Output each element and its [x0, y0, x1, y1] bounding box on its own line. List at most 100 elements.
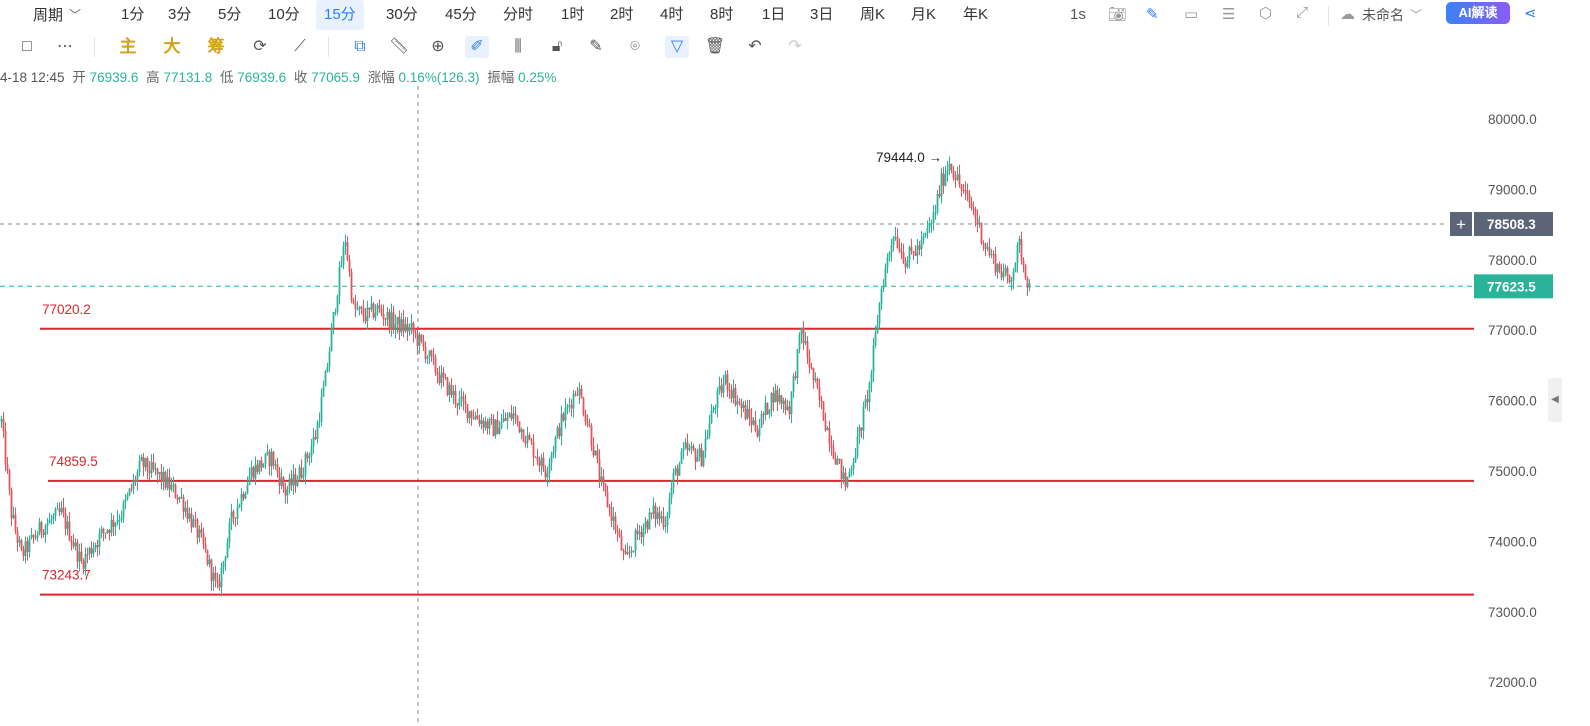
candle-body: [974, 209, 977, 219]
share-icon[interactable]: ⋖: [1524, 4, 1537, 22]
pencil-icon[interactable]: ✎: [1146, 5, 1159, 23]
price-axis-label: 79000.0: [1488, 182, 1537, 197]
period-dropdown[interactable]: 周期 ﹀: [33, 4, 81, 25]
candles-icon[interactable]: ⫼: [506, 36, 530, 58]
candle-body: [694, 450, 697, 462]
candle-body: [438, 375, 441, 384]
candle-body: [330, 328, 333, 352]
candle-body: [710, 410, 713, 424]
candle-body: [144, 458, 147, 468]
camera-icon[interactable]: 📷︎: [1108, 5, 1127, 23]
candle-body: [90, 547, 93, 554]
tab-15[interactable]: 周K: [852, 0, 893, 30]
tab-4[interactable]: 10分: [260, 0, 308, 30]
copy-icon[interactable]: ⧉: [348, 36, 372, 58]
candle-body: [676, 468, 679, 476]
candle-body: [752, 420, 755, 425]
candle-body: [894, 236, 897, 238]
tab-5[interactable]: 15分: [316, 0, 364, 30]
candle-body: [568, 405, 571, 407]
candle-body: [980, 222, 983, 244]
main-indicator-button[interactable]: 主: [116, 36, 140, 58]
candle-body: [158, 472, 161, 475]
candle-body: [260, 460, 263, 468]
price-axis-label: 77000.0: [1488, 323, 1537, 338]
layout-name[interactable]: 未命名: [1362, 0, 1404, 30]
tab-14[interactable]: 3日: [802, 0, 841, 30]
tab-2[interactable]: 3分: [160, 0, 199, 30]
candle-body: [864, 399, 867, 407]
trash-icon[interactable]: 🗑︎: [703, 36, 727, 58]
trend-line-icon[interactable]: ⟋: [288, 36, 312, 58]
candle-body: [952, 170, 955, 179]
candle-body: [428, 350, 431, 358]
tab-16[interactable]: 月K: [903, 0, 944, 30]
big-order-button[interactable]: 大: [160, 36, 184, 58]
candle-body: [940, 173, 943, 197]
ruler-icon[interactable]: 📏︎: [387, 36, 411, 58]
candle-body: [920, 239, 923, 250]
tab-17[interactable]: 年K: [955, 0, 996, 30]
candle-body: [574, 393, 577, 395]
filter-icon[interactable]: ▽: [665, 36, 689, 58]
close-label: 收: [293, 70, 308, 85]
tab-7[interactable]: 45分: [437, 0, 485, 30]
candle-body: [452, 391, 455, 396]
plus-icon[interactable]: +: [1456, 215, 1466, 234]
magnet-icon[interactable]: ⌾: [623, 36, 647, 58]
candle-body: [774, 389, 777, 403]
square-icon[interactable]: □: [15, 36, 39, 58]
undo-icon[interactable]: ↶: [743, 36, 767, 58]
chevron-down-icon[interactable]: ﹀: [1410, 6, 1422, 23]
change-label: 涨幅: [367, 70, 395, 85]
settings-icon[interactable]: ⬡: [1259, 4, 1272, 22]
tab-13[interactable]: 1日: [754, 0, 793, 30]
candle-body: [4, 430, 7, 465]
tab-3[interactable]: 5分: [210, 0, 249, 30]
tab-9[interactable]: 1时: [553, 0, 592, 30]
ai-interpret-button[interactable]: AI解读: [1446, 2, 1510, 24]
candle-body: [736, 401, 739, 405]
comment-icon[interactable]: ▭: [1184, 5, 1198, 23]
redo-icon[interactable]: ↷: [783, 36, 807, 58]
tab-1[interactable]: 1分: [113, 0, 152, 30]
candle-body: [92, 548, 95, 554]
cloud-icon[interactable]: ☁: [1340, 5, 1355, 23]
tab-12[interactable]: 8时: [702, 0, 741, 30]
candle-body: [24, 541, 27, 556]
candle-body: [96, 545, 99, 547]
draw-brush-icon[interactable]: ✐: [465, 36, 489, 58]
candle-body: [564, 407, 567, 421]
candle-body: [666, 515, 669, 526]
candle-body: [154, 468, 157, 470]
chips-button[interactable]: 筹: [204, 36, 228, 58]
candle-body: [224, 557, 227, 562]
sync-draw-icon[interactable]: ⟳: [248, 36, 272, 58]
candle-body: [918, 245, 921, 250]
tab-10[interactable]: 2时: [602, 0, 641, 30]
fullscreen-icon[interactable]: ⤢: [1296, 4, 1308, 21]
candle-body: [596, 450, 599, 460]
more-icon[interactable]: ⋯: [53, 36, 77, 58]
candle-body: [546, 473, 549, 478]
candle-body: [138, 460, 141, 473]
candle-body: [442, 372, 445, 378]
tab-6[interactable]: 30分: [378, 0, 426, 30]
list-icon[interactable]: ☰: [1222, 5, 1235, 23]
price-chart[interactable]: 80000.0 79000.0 78000.0 77000.0 76000.0 75000…: [0, 86, 1590, 726]
lock-icon[interactable]: 🔓︎: [545, 36, 569, 58]
collapse-panel-icon[interactable]: ◀: [1548, 378, 1562, 422]
candle-body: [88, 547, 91, 555]
candle-body: [594, 450, 597, 456]
zoom-in-icon[interactable]: ⊕: [426, 36, 450, 58]
edit-note-icon[interactable]: ✎: [584, 36, 608, 58]
candle-body: [406, 324, 409, 332]
tab-11[interactable]: 4时: [652, 0, 691, 30]
refresh-interval[interactable]: 1s: [1070, 0, 1086, 30]
tab-8[interactable]: 分时: [495, 0, 541, 30]
candle-body: [218, 581, 221, 588]
candle-body: [460, 396, 463, 399]
candle-body: [2, 418, 5, 431]
candle-body: [26, 541, 29, 553]
candle-body: [490, 418, 493, 420]
